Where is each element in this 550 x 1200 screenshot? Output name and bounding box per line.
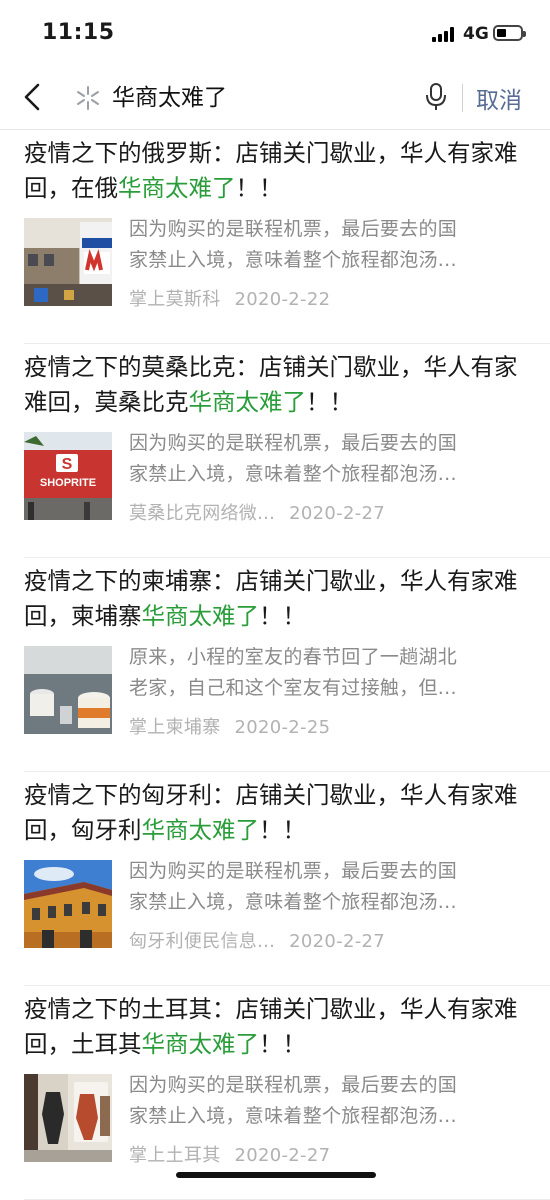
- shoprite-store-image: S SHOPRITE: [24, 432, 112, 520]
- signal-icon: [432, 26, 458, 42]
- result-title-highlight: 华商太难了: [141, 1030, 260, 1058]
- result-source: 掌上柬埔寨: [129, 717, 221, 738]
- result-item[interactable]: 疫情之下的俄罗斯：店铺关门歇业，华人有家难回，在俄华商太难了！！ 因为购买的是联…: [0, 130, 550, 344]
- result-date: 2020-2-25: [234, 717, 331, 738]
- home-indicator[interactable]: [176, 1172, 376, 1178]
- result-title-highlight: 华商太难了: [188, 388, 307, 416]
- result-date: 2020-2-27: [289, 931, 386, 952]
- result-description: 因为购买的是联程机票，最后要去的国 家禁止入境，意味着整个旅程都泡汤...: [129, 860, 458, 913]
- result-date: 2020-2-27: [289, 503, 386, 524]
- result-description: 原来，小程的室友的春节回了一趟湖北 老家，自己和这个室友有过接触，但...: [129, 646, 458, 699]
- shop-interior-image: [24, 1074, 112, 1162]
- result-title-highlight: 华商太难了: [118, 174, 236, 202]
- network-label: 4G: [463, 24, 489, 44]
- result-meta: 掌上柬埔寨 2020-2-25: [129, 713, 330, 739]
- svg-text:SHOPRITE: SHOPRITE: [40, 477, 96, 489]
- result-item[interactable]: 疫情之下的柬埔寨：店铺关门歇业，华人有家难回，柬埔寨华商太难了！！ 原来，小程的…: [0, 558, 550, 772]
- result-thumbnail[interactable]: S SHOPRITE: [24, 432, 112, 520]
- result-title[interactable]: 疫情之下的俄罗斯：店铺关门歇业，华人有家难回，在俄华商太难了！！: [24, 136, 524, 206]
- result-thumbnail[interactable]: [24, 860, 112, 948]
- svg-text:S: S: [62, 456, 73, 473]
- back-icon[interactable]: [18, 80, 50, 114]
- spark-icon: [77, 86, 99, 110]
- result-description: 因为购买的是联程机票，最后要去的国 家禁止入境，意味着整个旅程都泡汤...: [129, 1074, 458, 1127]
- hungary-building-image: [24, 860, 112, 948]
- mic-icon[interactable]: [424, 82, 448, 112]
- moscow-street-image: [24, 218, 112, 306]
- result-source: 莫桑比克网络微...: [129, 503, 276, 524]
- result-meta: 匈牙利便民信息... 2020-2-27: [129, 927, 385, 953]
- result-date: 2020-2-27: [234, 1145, 331, 1166]
- result-thumbnail[interactable]: [24, 646, 112, 734]
- result-source: 掌上土耳其: [129, 1145, 221, 1166]
- result-title[interactable]: 疫情之下的柬埔寨：店铺关门歇业，华人有家难回，柬埔寨华商太难了！！: [24, 564, 524, 634]
- result-meta: 掌上土耳其 2020-2-27: [129, 1141, 330, 1167]
- result-description: 因为购买的是联程机票，最后要去的国 家禁止入境，意味着整个旅程都泡汤...: [129, 432, 458, 485]
- result-thumbnail[interactable]: [24, 218, 112, 306]
- search-field[interactable]: [68, 74, 452, 120]
- result-title-highlight: 华商太难了: [141, 602, 260, 630]
- paint-buckets-image: [24, 646, 112, 734]
- result-source: 掌上莫斯科: [129, 289, 221, 310]
- result-meta: 莫桑比克网络微... 2020-2-27: [129, 499, 385, 525]
- result-title[interactable]: 疫情之下的土耳其：店铺关门歇业，华人有家难回，土耳其华商太难了！！: [24, 992, 524, 1062]
- result-description: 因为购买的是联程机票，最后要去的国 家禁止入境，意味着整个旅程都泡汤...: [129, 218, 458, 271]
- search-divider: [462, 84, 463, 112]
- result-source: 匈牙利便民信息...: [129, 931, 276, 952]
- status-bar: 11:15 4G: [0, 0, 550, 64]
- result-title[interactable]: 疫情之下的匈牙利：店铺关门歇业，华人有家难回，匈牙利华商太难了！！: [24, 778, 524, 848]
- search-bar: 取消: [0, 64, 550, 130]
- search-input[interactable]: [112, 82, 412, 108]
- result-thumbnail[interactable]: [24, 1074, 112, 1162]
- result-item[interactable]: 疫情之下的莫桑比克：店铺关门歇业，华人有家难回，莫桑比克华商太难了！！ S SH…: [0, 344, 550, 558]
- cancel-button[interactable]: 取消: [476, 81, 522, 115]
- status-time: 11:15: [42, 20, 115, 45]
- result-item[interactable]: 疫情之下的土耳其：店铺关门歇业，华人有家难回，土耳其华商太难了！！ 因为购买的是…: [0, 986, 550, 1200]
- result-title[interactable]: 疫情之下的莫桑比克：店铺关门歇业，华人有家难回，莫桑比克华商太难了！！: [24, 350, 524, 420]
- battery-icon: [493, 25, 526, 41]
- search-results: 疫情之下的俄罗斯：店铺关门歇业，华人有家难回，在俄华商太难了！！ 因为购买的是联…: [0, 130, 550, 1200]
- result-title-highlight: 华商太难了: [141, 816, 260, 844]
- result-item[interactable]: 疫情之下的匈牙利：店铺关门歇业，华人有家难回，匈牙利华商太难了！！ 因为购买的是…: [0, 772, 550, 986]
- result-date: 2020-2-22: [234, 289, 331, 310]
- result-meta: 掌上莫斯科 2020-2-22: [129, 285, 330, 311]
